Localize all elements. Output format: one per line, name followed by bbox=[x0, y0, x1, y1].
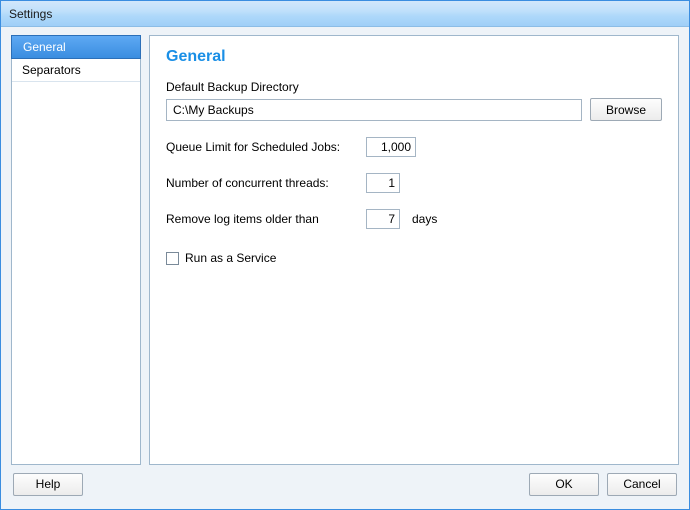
nav-panel: General Separators bbox=[11, 35, 141, 465]
threads-input[interactable] bbox=[366, 173, 400, 193]
backup-dir-input[interactable] bbox=[166, 99, 582, 121]
threads-label: Number of concurrent threads: bbox=[166, 176, 358, 190]
cancel-button[interactable]: Cancel bbox=[607, 473, 677, 496]
content-row: General Separators General Default Backu… bbox=[11, 35, 679, 465]
threads-row: Number of concurrent threads: bbox=[166, 173, 662, 193]
queue-limit-label: Queue Limit for Scheduled Jobs: bbox=[166, 140, 358, 154]
browse-button[interactable]: Browse bbox=[590, 98, 662, 121]
settings-window: Settings General Separators General Defa… bbox=[0, 0, 690, 510]
client-area: General Separators General Default Backu… bbox=[1, 27, 689, 509]
queue-limit-row: Queue Limit for Scheduled Jobs: bbox=[166, 137, 662, 157]
log-retention-input[interactable] bbox=[366, 209, 400, 229]
queue-limit-input[interactable] bbox=[366, 137, 416, 157]
nav-item-label: General bbox=[23, 40, 66, 54]
run-service-label: Run as a Service bbox=[185, 251, 276, 265]
window-title: Settings bbox=[9, 7, 52, 21]
help-button[interactable]: Help bbox=[13, 473, 83, 496]
section-title: General bbox=[166, 48, 662, 66]
backup-dir-label: Default Backup Directory bbox=[166, 80, 662, 94]
log-retention-label: Remove log items older than bbox=[166, 212, 358, 226]
titlebar: Settings bbox=[1, 1, 689, 27]
footer: Help OK Cancel bbox=[11, 465, 679, 503]
run-service-checkbox[interactable] bbox=[166, 252, 179, 265]
nav-item-separators[interactable]: Separators bbox=[12, 58, 140, 82]
backup-dir-row: Browse bbox=[166, 98, 662, 121]
nav-item-label: Separators bbox=[22, 63, 81, 77]
nav-item-general[interactable]: General bbox=[11, 35, 141, 59]
run-service-row[interactable]: Run as a Service bbox=[166, 251, 662, 265]
log-retention-row: Remove log items older than days bbox=[166, 209, 662, 229]
main-panel: General Default Backup Directory Browse … bbox=[149, 35, 679, 465]
ok-button[interactable]: OK bbox=[529, 473, 599, 496]
log-retention-suffix: days bbox=[412, 212, 437, 226]
